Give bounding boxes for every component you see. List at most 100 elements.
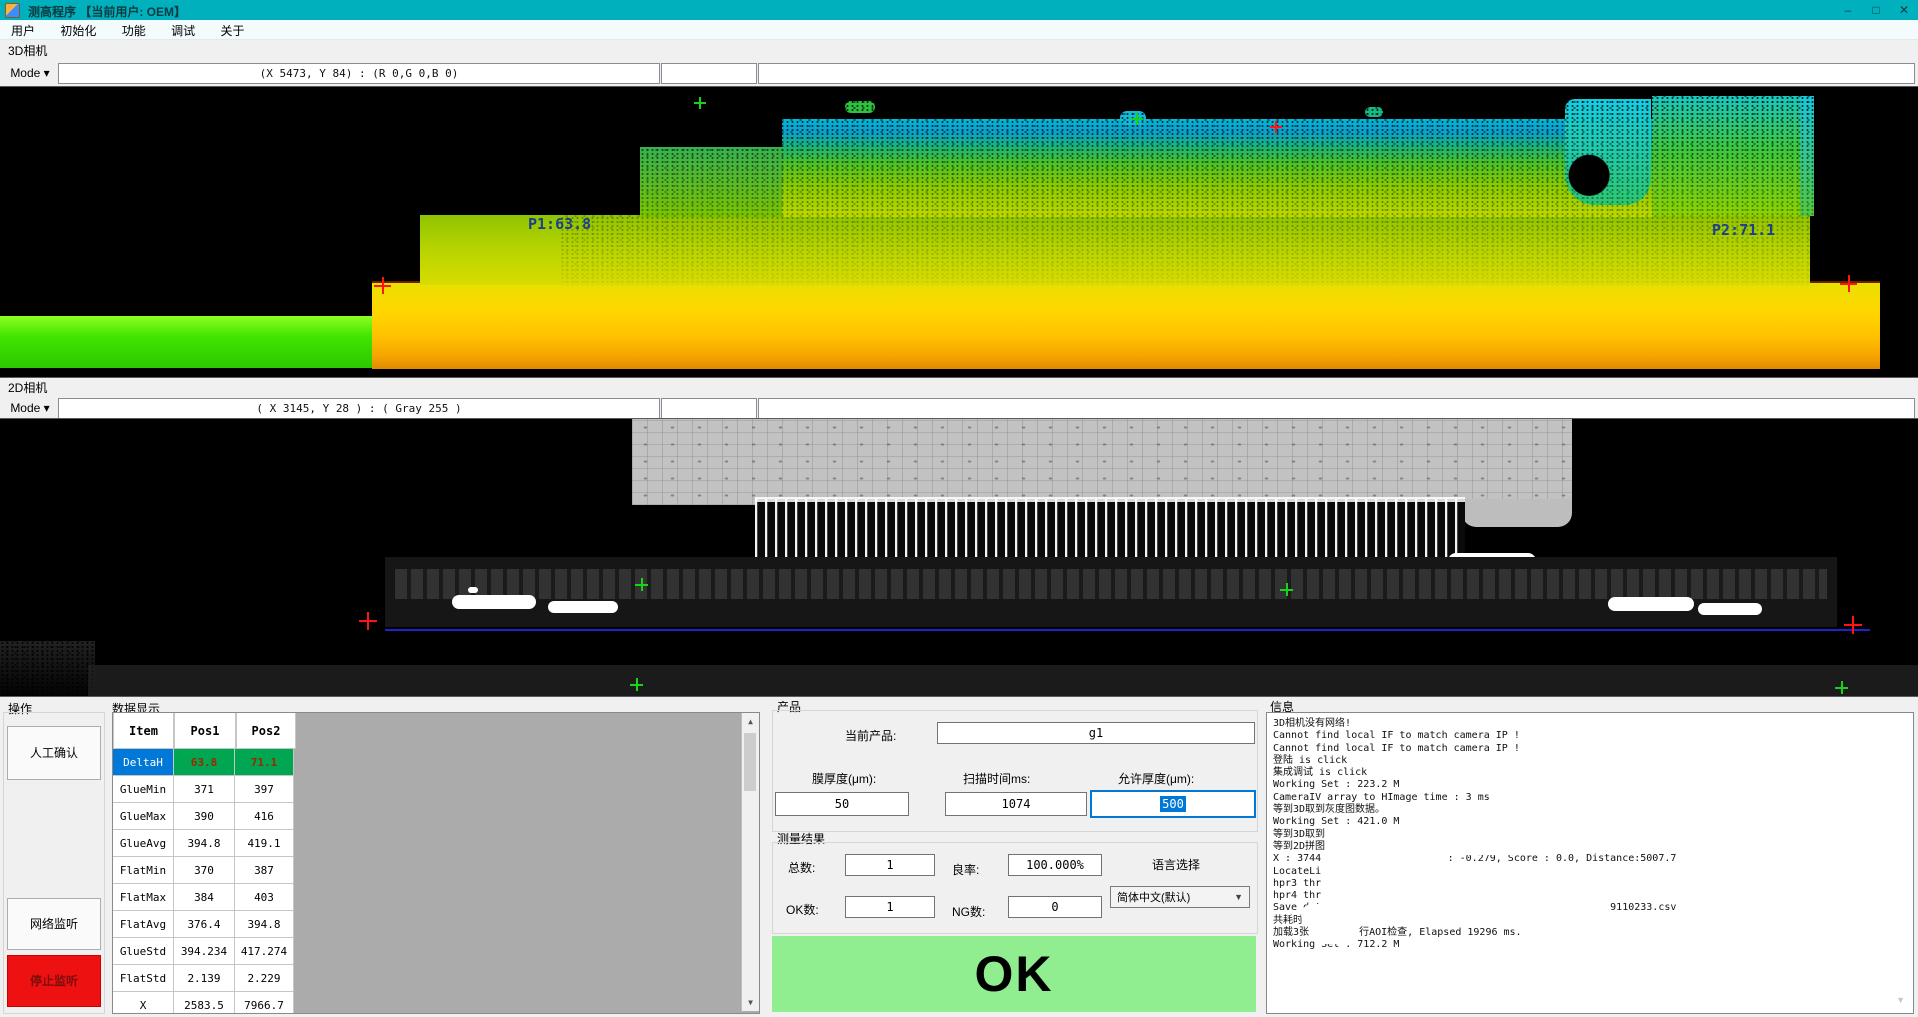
log-line: 3D相机没有网络! — [1273, 718, 1676, 730]
table-cell: GlueAvg — [113, 830, 174, 857]
scan-time-field[interactable]: 1074 — [945, 792, 1087, 816]
redaction-blob — [1321, 947, 1353, 960]
total-field[interactable]: 1 — [845, 854, 935, 876]
table-row[interactable]: DeltaH63.871.1 — [113, 749, 759, 776]
current-product-label: 当前产品: — [845, 727, 896, 744]
grid-scrollbar[interactable]: ▲ ▼ — [741, 713, 759, 1011]
title-bar: 测高程序 【当前用户: OEM】 – □ ✕ — [0, 0, 1918, 20]
table-row[interactable]: FlatStd2.1392.229 — [113, 965, 759, 992]
heightmap-noise-overlay — [560, 96, 1820, 286]
menu-about[interactable]: 关于 — [209, 20, 255, 39]
film-thickness-field[interactable]: 50 — [775, 792, 909, 816]
log-line: 集成调试 is click — [1273, 767, 1676, 779]
table-header: Item Pos1 Pos2 — [113, 713, 759, 749]
table-cell: FlatStd — [113, 965, 174, 992]
crosshair-marker — [374, 277, 391, 294]
log-line: Working Set : 223.2 M — [1273, 779, 1676, 791]
log-line: Working Set : 421.0 M — [1273, 816, 1676, 828]
scroll-up-icon[interactable]: ▲ — [742, 713, 759, 730]
ok-count-label: OK数: — [786, 901, 819, 918]
pcb-board-tab — [1462, 499, 1572, 527]
maximize-button[interactable]: □ — [1862, 0, 1890, 20]
solder-blob — [548, 601, 618, 613]
menu-debug[interactable]: 调试 — [160, 20, 206, 39]
pcb-board — [632, 419, 1572, 505]
p2-measurement-label: P2:71.1 — [1712, 221, 1775, 239]
column-header[interactable]: Pos1 — [174, 713, 236, 749]
table-cell: 376.4 — [174, 911, 235, 938]
status-segment — [661, 63, 757, 84]
table-cell: 7966.7 — [235, 992, 294, 1014]
ng-count-label: NG数: — [952, 903, 985, 920]
yield-field[interactable]: 100.000% — [1008, 854, 1102, 876]
table-row[interactable]: X2583.57966.7 — [113, 992, 759, 1014]
info-log-list[interactable]: 3D相机没有网络! Cannot find local IF to match c… — [1266, 712, 1914, 1014]
stop-listen-button[interactable]: 停止监听 — [7, 955, 101, 1007]
table-row[interactable]: FlatAvg376.4394.8 — [113, 911, 759, 938]
camera2d-pixel-readout: ( X 3145, Y 28 ) : ( Gray 255 ) — [58, 398, 660, 419]
crosshair-marker — [630, 678, 643, 691]
crosshair-marker — [1835, 681, 1848, 694]
scroll-down-icon[interactable]: ▼ — [742, 994, 759, 1011]
redaction-blob — [1311, 926, 1355, 944]
table-cell: 384 — [174, 884, 235, 911]
table-row[interactable]: GlueAvg394.8419.1 — [113, 830, 759, 857]
data-display-grid[interactable]: Item Pos1 Pos2 DeltaH63.871.1GlueMin3713… — [112, 712, 760, 1014]
table-cell: 2.139 — [174, 965, 235, 992]
window-title: 测高程序 【当前用户: OEM】 — [28, 3, 186, 20]
camera2d-mode-button[interactable]: Mode ▾ — [3, 398, 57, 419]
column-header[interactable]: Pos2 — [236, 713, 296, 749]
current-product-field[interactable]: g1 — [937, 722, 1255, 744]
allow-thickness-field[interactable]: 500 — [1090, 790, 1256, 818]
solder-blob — [452, 595, 536, 609]
allow-thickness-label: 允许厚度(μm): — [1118, 770, 1194, 787]
table-cell: FlatMin — [113, 857, 174, 884]
fixture-base-texture — [395, 569, 1827, 599]
camera3d-view[interactable]: P1:63.8 P2:71.1 — [0, 86, 1918, 378]
table-body: DeltaH63.871.1GlueMin371397GlueMax390416… — [113, 749, 759, 1014]
table-row[interactable]: FlatMin370387 — [113, 857, 759, 884]
crosshair-marker — [635, 578, 648, 591]
language-select[interactable]: 简体中文(默认) ▼ — [1110, 886, 1250, 908]
table-cell: 397 — [235, 776, 294, 803]
camera2d-toolbar: Mode ▾ ( X 3145, Y 28 ) : ( Gray 255 ) — [0, 396, 1918, 418]
scroll-down-icon[interactable]: ▼ — [1896, 995, 1905, 1005]
camera2d-label: 2D相机 — [8, 379, 47, 395]
camera3d-mode-button[interactable]: Mode ▾ — [3, 63, 57, 84]
network-listen-button[interactable]: 网络监听 — [7, 898, 101, 950]
yield-label: 良率: — [952, 861, 979, 878]
table-row[interactable]: GlueStd394.234417.274 — [113, 938, 759, 965]
ng-count-field[interactable]: 0 — [1008, 896, 1102, 918]
table-cell: X — [113, 992, 174, 1014]
table-row[interactable]: GlueMin371397 — [113, 776, 759, 803]
film-thickness-label: 膜厚度(μm): — [812, 770, 876, 787]
manual-confirm-button[interactable]: 人工确认 — [7, 726, 101, 780]
connector-top-edge — [755, 497, 1465, 502]
menu-function[interactable]: 功能 — [111, 20, 157, 39]
column-header[interactable]: Item — [113, 713, 174, 749]
crosshair-marker — [1131, 113, 1143, 125]
log-line: X : 3744 /58 Angle : -0.279, Score : 0.0… — [1273, 853, 1676, 865]
ok-count-field[interactable]: 1 — [845, 896, 935, 918]
table-cell: 371 — [174, 776, 235, 803]
log-line: hpr4 thr — [1273, 890, 1676, 902]
close-button[interactable]: ✕ — [1890, 0, 1918, 20]
table-row[interactable]: GlueMax390416 — [113, 803, 759, 830]
camera2d-view[interactable] — [0, 418, 1918, 697]
table-cell: 390 — [174, 803, 235, 830]
heightmap-left-slab — [0, 316, 372, 368]
table-cell: 71.1 — [235, 749, 294, 776]
menu-user[interactable]: 用户 — [0, 20, 46, 39]
status-segment — [758, 63, 1915, 84]
log-line: LocateLi it : 0 — [1273, 866, 1676, 878]
minimize-button[interactable]: – — [1834, 0, 1862, 20]
scrollbar-thumb[interactable] — [744, 733, 756, 791]
table-cell: 63.8 — [174, 749, 235, 776]
log-line: Cannot find local IF to match camera IP … — [1273, 743, 1676, 755]
table-row[interactable]: FlatMax384403 — [113, 884, 759, 911]
app-icon — [5, 3, 20, 18]
camera3d-pixel-readout: (X 5473, Y 84) : (R 0,G 0,B 0) — [58, 63, 660, 84]
menu-init[interactable]: 初始化 — [49, 20, 107, 39]
solder-blob — [468, 587, 478, 593]
menu-bar: 用户 初始化 功能 调试 关于 — [0, 20, 1918, 40]
